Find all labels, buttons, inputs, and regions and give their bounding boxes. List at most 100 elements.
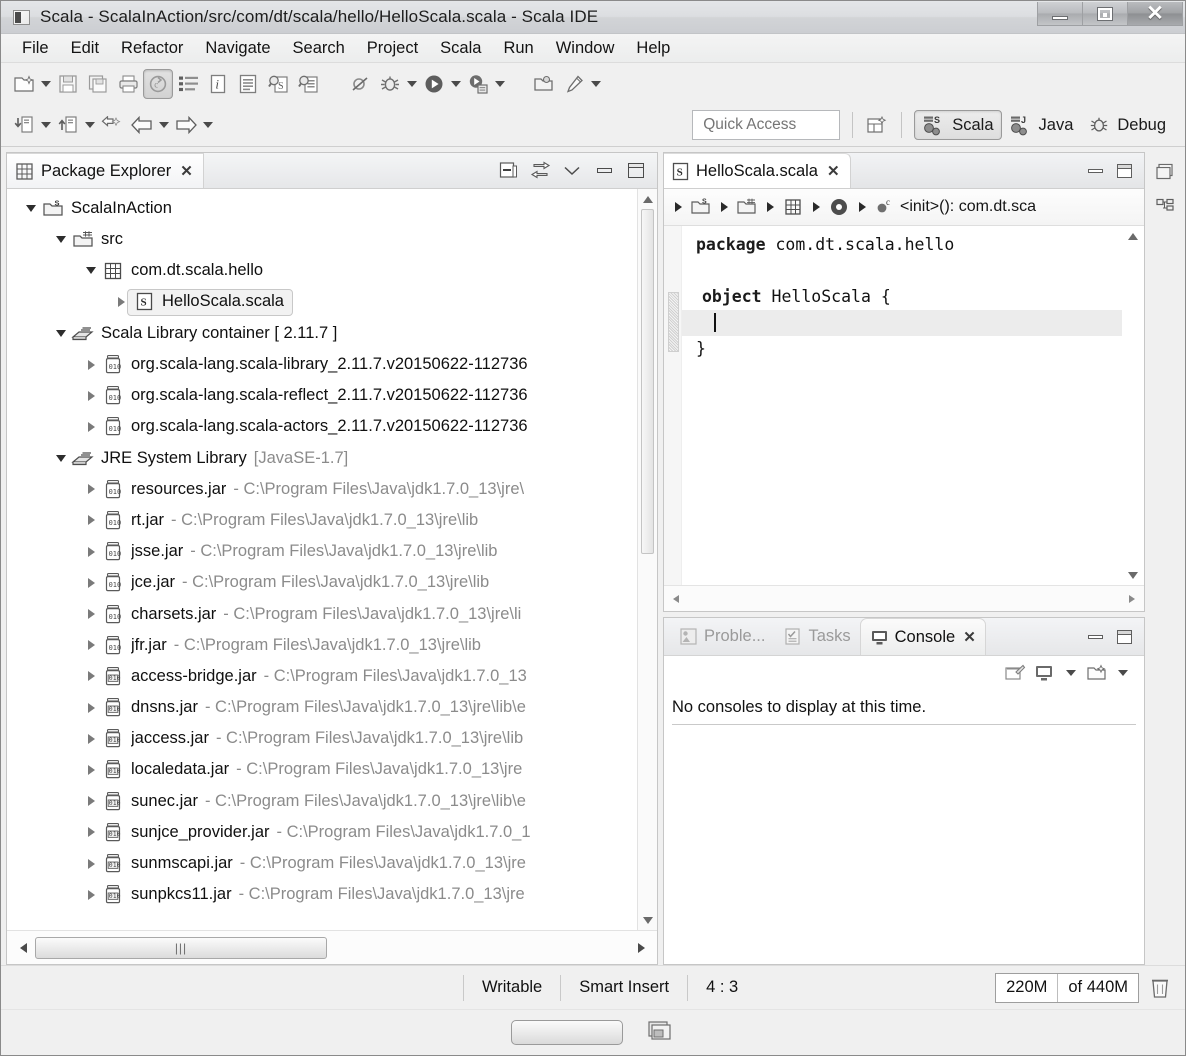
expand-arrow-right-icon[interactable] bbox=[81, 859, 101, 869]
expand-arrow-right-icon[interactable] bbox=[81, 391, 101, 401]
maximize-console-button[interactable] bbox=[1117, 629, 1132, 644]
expand-arrow-down-icon[interactable] bbox=[21, 205, 41, 212]
menu-navigate[interactable]: Navigate bbox=[194, 37, 281, 60]
editor-scroll-left-button[interactable] bbox=[666, 586, 686, 611]
pin-editor-button[interactable] bbox=[559, 69, 589, 99]
tree-row[interactable]: 010 access-bridge.jar - C:\Program Files\J… bbox=[7, 661, 637, 692]
tree-vertical-scrollbar[interactable] bbox=[637, 189, 657, 930]
perspective-debug[interactable]: Debug bbox=[1080, 111, 1173, 139]
editor-scroll-right-button[interactable] bbox=[1122, 586, 1142, 611]
tree-row[interactable]: 010 sunjce_provider.jar - C:\Program Files… bbox=[7, 817, 637, 848]
expand-arrow-right-icon[interactable] bbox=[81, 765, 101, 775]
view-menu-button[interactable] bbox=[561, 160, 583, 182]
search-package-button[interactable] bbox=[293, 69, 323, 99]
expand-arrow-right-icon[interactable] bbox=[81, 703, 101, 713]
forward-dropdown[interactable] bbox=[201, 110, 215, 140]
tree-row[interactable]: 010 sunmscapi.jar - C:\Program Files\Java\… bbox=[7, 848, 637, 879]
editor-horizontal-scrollbar[interactable] bbox=[664, 585, 1144, 611]
restore-view-button[interactable] bbox=[1154, 160, 1176, 182]
tree-row[interactable]: 010 rt.jar - C:\Program Files\Java\jdk1.7.… bbox=[7, 505, 637, 536]
pin-editor-dropdown[interactable] bbox=[589, 69, 603, 99]
code-line[interactable] bbox=[682, 310, 1122, 336]
close-icon[interactable]: ✕ bbox=[827, 162, 840, 180]
menu-edit[interactable]: Edit bbox=[60, 37, 110, 60]
menu-help[interactable]: Help bbox=[625, 37, 681, 60]
window-button[interactable] bbox=[511, 1020, 623, 1045]
tree-row[interactable]: 010 dnsns.jar - C:\Program Files\Java\jdk1… bbox=[7, 692, 637, 723]
quick-access-input[interactable] bbox=[692, 110, 841, 140]
menu-project[interactable]: Project bbox=[356, 37, 429, 60]
menu-search[interactable]: Search bbox=[282, 37, 356, 60]
close-window-button[interactable]: ✕ bbox=[1127, 2, 1183, 26]
expand-arrow-right-icon[interactable] bbox=[81, 734, 101, 744]
new-scala-class-dropdown[interactable] bbox=[83, 110, 97, 140]
save-all-button[interactable] bbox=[83, 69, 113, 99]
open-console-dropdown[interactable] bbox=[1116, 658, 1130, 688]
breadcrumb-arrow-3[interactable] bbox=[808, 189, 824, 225]
tree-row[interactable]: S ScalaInAction bbox=[7, 193, 637, 224]
expand-arrow-down-icon[interactable] bbox=[51, 455, 71, 462]
debug-dropdown[interactable] bbox=[405, 69, 419, 99]
skip-breakpoints-button[interactable] bbox=[345, 69, 375, 99]
forward-button[interactable] bbox=[171, 110, 201, 140]
minimize-console-button[interactable] bbox=[1088, 634, 1103, 639]
tree-row[interactable]: 010 jfr.jar - C:\Program Files\Java\jdk1.7… bbox=[7, 630, 637, 661]
breadcrumb-arrow-4[interactable] bbox=[854, 189, 870, 225]
perspective-java[interactable]: J Java bbox=[1002, 111, 1081, 139]
tab-problems[interactable]: Proble... bbox=[670, 618, 774, 655]
perspective-scala[interactable]: S Scala bbox=[914, 110, 1002, 140]
tab-tasks[interactable]: Tasks bbox=[774, 618, 859, 655]
tree-row[interactable]: 010 org.scala-lang.scala-library_2.11.7.v… bbox=[7, 349, 637, 380]
tree-row[interactable]: JRE System Library [JavaSE-1.7] bbox=[7, 443, 637, 474]
package-explorer-tree[interactable]: S ScalaInAction src com.dt.scala.hello S Hell… bbox=[7, 189, 637, 930]
new-scala-file-button[interactable] bbox=[233, 69, 263, 99]
back-button[interactable] bbox=[127, 110, 157, 140]
tree-row[interactable]: 010 jce.jar - C:\Program Files\Java\jdk1.7… bbox=[7, 567, 637, 598]
scroll-down-button[interactable] bbox=[638, 910, 657, 930]
object-icon[interactable] bbox=[827, 196, 851, 218]
close-icon[interactable]: ✕ bbox=[963, 628, 976, 646]
scroll-thumb[interactable] bbox=[641, 209, 654, 554]
expand-arrow-right-icon[interactable] bbox=[81, 547, 101, 557]
run-button[interactable] bbox=[419, 69, 449, 99]
back-dropdown[interactable] bbox=[157, 110, 171, 140]
expand-arrow-down-icon[interactable] bbox=[81, 267, 101, 274]
expand-arrow-right-icon[interactable] bbox=[81, 422, 101, 432]
expand-arrow-right-icon[interactable] bbox=[81, 796, 101, 806]
tree-row[interactable]: Scala Library container [ 2.11.7 ] bbox=[7, 318, 637, 349]
code-line[interactable]: package com.dt.scala.hello bbox=[682, 232, 1122, 258]
expand-arrow-right-icon[interactable] bbox=[81, 578, 101, 588]
expand-arrow-down-icon[interactable] bbox=[51, 330, 71, 337]
new-wizard-dropdown[interactable] bbox=[39, 69, 53, 99]
code-editor-area[interactable]: package com.dt.scala.hello object HelloSc… bbox=[664, 226, 1144, 585]
expand-arrow-right-icon[interactable] bbox=[81, 827, 101, 837]
open-task-button[interactable]: i bbox=[203, 69, 233, 99]
new-scala-project-button[interactable] bbox=[9, 110, 39, 140]
scroll-up-button[interactable] bbox=[638, 189, 657, 209]
tree-row[interactable]: 010 jsse.jar - C:\Program Files\Java\jdk1.… bbox=[7, 536, 637, 567]
breadcrumb-member-label[interactable]: <init>(): com.dt.sca bbox=[900, 198, 1036, 216]
breadcrumb-arrow-2[interactable] bbox=[762, 189, 778, 225]
tree-row[interactable]: 010 jaccess.jar - C:\Program Files\Java\jd… bbox=[7, 723, 637, 754]
save-button[interactable] bbox=[53, 69, 83, 99]
tree-row[interactable]: 010 org.scala-lang.scala-reflect_2.11.7.v… bbox=[7, 380, 637, 411]
expand-arrow-down-icon[interactable] bbox=[51, 236, 71, 243]
minimize-window-button[interactable] bbox=[1037, 2, 1083, 26]
tab-console[interactable]: Console ✕ bbox=[859, 618, 986, 655]
expand-arrow-right-icon[interactable] bbox=[81, 640, 101, 650]
open-perspective-toolbar-button[interactable] bbox=[529, 69, 559, 99]
expand-arrow-right-icon[interactable] bbox=[81, 515, 101, 525]
scala-project-icon[interactable]: S bbox=[689, 196, 713, 218]
debug-button[interactable] bbox=[375, 69, 405, 99]
external-tools-button[interactable] bbox=[463, 69, 493, 99]
menu-file[interactable]: File bbox=[11, 37, 60, 60]
package-icon[interactable] bbox=[781, 196, 805, 218]
expand-arrow-right-icon[interactable] bbox=[81, 609, 101, 619]
outline-view-button[interactable] bbox=[1154, 196, 1176, 218]
tree-row[interactable]: 010 sunpkcs11.jar - C:\Program Files\Java\… bbox=[7, 879, 637, 910]
open-console-button[interactable] bbox=[1086, 662, 1108, 684]
menu-run[interactable]: Run bbox=[492, 37, 544, 60]
breadcrumb-arrow-1[interactable] bbox=[716, 189, 732, 225]
code-line[interactable] bbox=[682, 258, 1122, 284]
open-perspective-button[interactable] bbox=[865, 114, 889, 136]
